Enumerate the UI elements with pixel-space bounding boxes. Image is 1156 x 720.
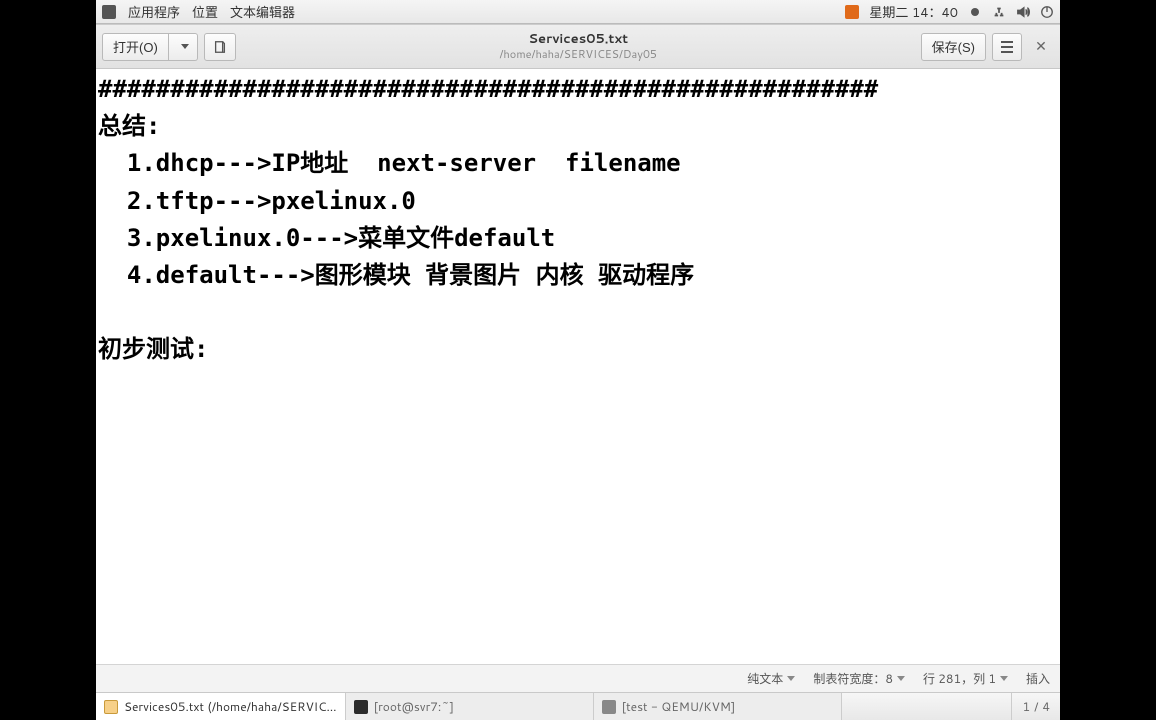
vm-icon xyxy=(602,700,616,714)
chevron-down-icon xyxy=(787,676,795,681)
applications-menu[interactable]: 应用程序 xyxy=(128,2,180,22)
chevron-down-icon xyxy=(181,44,189,49)
open-button[interactable]: 打开(O) xyxy=(102,33,169,61)
chevron-down-icon xyxy=(897,676,905,681)
taskbar-item-terminal[interactable]: [root@svr7:~] xyxy=(346,693,594,720)
pager-total: 4 xyxy=(1042,698,1050,715)
cursor-position-label: 行 281，列 1 xyxy=(923,670,996,687)
new-tab-button[interactable] xyxy=(204,33,236,61)
open-recent-dropdown[interactable] xyxy=(169,33,198,61)
pager-sep: / xyxy=(1034,698,1038,715)
close-button[interactable]: ✕ xyxy=(1028,34,1054,60)
syntax-mode-label: 纯文本 xyxy=(747,670,783,687)
volume-icon[interactable] xyxy=(1016,5,1030,19)
insert-mode-label: 插入 xyxy=(1026,670,1050,687)
taskbar-item-vm[interactable]: [test - QEMU/KVM] xyxy=(594,693,842,720)
top-panel: 应用程序 位置 文本编辑器 星期二 14：40 xyxy=(96,0,1060,24)
taskbar-item-editor[interactable]: Services05.txt (/home/haha/SERVIC… xyxy=(96,693,346,720)
taskbar-item-label: [root@svr7:~] xyxy=(374,698,454,715)
chevron-down-icon xyxy=(1000,676,1008,681)
clock[interactable]: 星期二 14：40 xyxy=(869,2,958,22)
hamburger-menu-button[interactable] xyxy=(992,33,1022,61)
close-icon: ✕ xyxy=(1035,38,1047,54)
text-editor-area[interactable]: ########################################… xyxy=(96,69,1060,664)
places-menu[interactable]: 位置 xyxy=(192,2,218,22)
record-indicator-icon xyxy=(968,5,982,19)
cursor-position-selector[interactable]: 行 281，列 1 xyxy=(923,670,1008,687)
tab-width-label: 制表符宽度：8 xyxy=(813,670,893,687)
text-editor-icon xyxy=(104,700,118,714)
gnome-logo-icon xyxy=(102,5,116,19)
task-bar: Services05.txt (/home/haha/SERVIC… [root… xyxy=(96,692,1060,720)
document-new-icon xyxy=(213,40,227,54)
network-icon[interactable] xyxy=(992,5,1006,19)
pager-current: 1 xyxy=(1022,698,1030,715)
hamburger-icon xyxy=(1001,41,1013,53)
terminal-icon xyxy=(354,700,368,714)
workspace-pager[interactable]: 1 / 4 xyxy=(1011,693,1060,720)
taskbar-item-label: Services05.txt (/home/haha/SERVIC… xyxy=(124,698,337,715)
status-bar: 纯文本 制表符宽度：8 行 281，列 1 插入 xyxy=(96,664,1060,692)
save-button-label: 保存(S) xyxy=(932,37,975,56)
tab-width-selector[interactable]: 制表符宽度：8 xyxy=(813,670,905,687)
syntax-mode-selector[interactable]: 纯文本 xyxy=(747,670,795,687)
power-icon[interactable] xyxy=(1040,5,1054,19)
editor-window: 打开(O) Services05.txt /home/haha/SERVICES… xyxy=(96,24,1060,720)
open-button-label: 打开(O) xyxy=(113,37,158,56)
taskbar-item-label: [test - QEMU/KVM] xyxy=(622,698,736,715)
titlebar: 打开(O) Services05.txt /home/haha/SERVICES… xyxy=(96,25,1060,69)
save-button[interactable]: 保存(S) xyxy=(921,33,986,61)
current-app-name: 文本编辑器 xyxy=(230,2,295,22)
window-subtitle: /home/haha/SERVICES/Day05 xyxy=(242,48,915,61)
update-icon[interactable] xyxy=(845,5,859,19)
